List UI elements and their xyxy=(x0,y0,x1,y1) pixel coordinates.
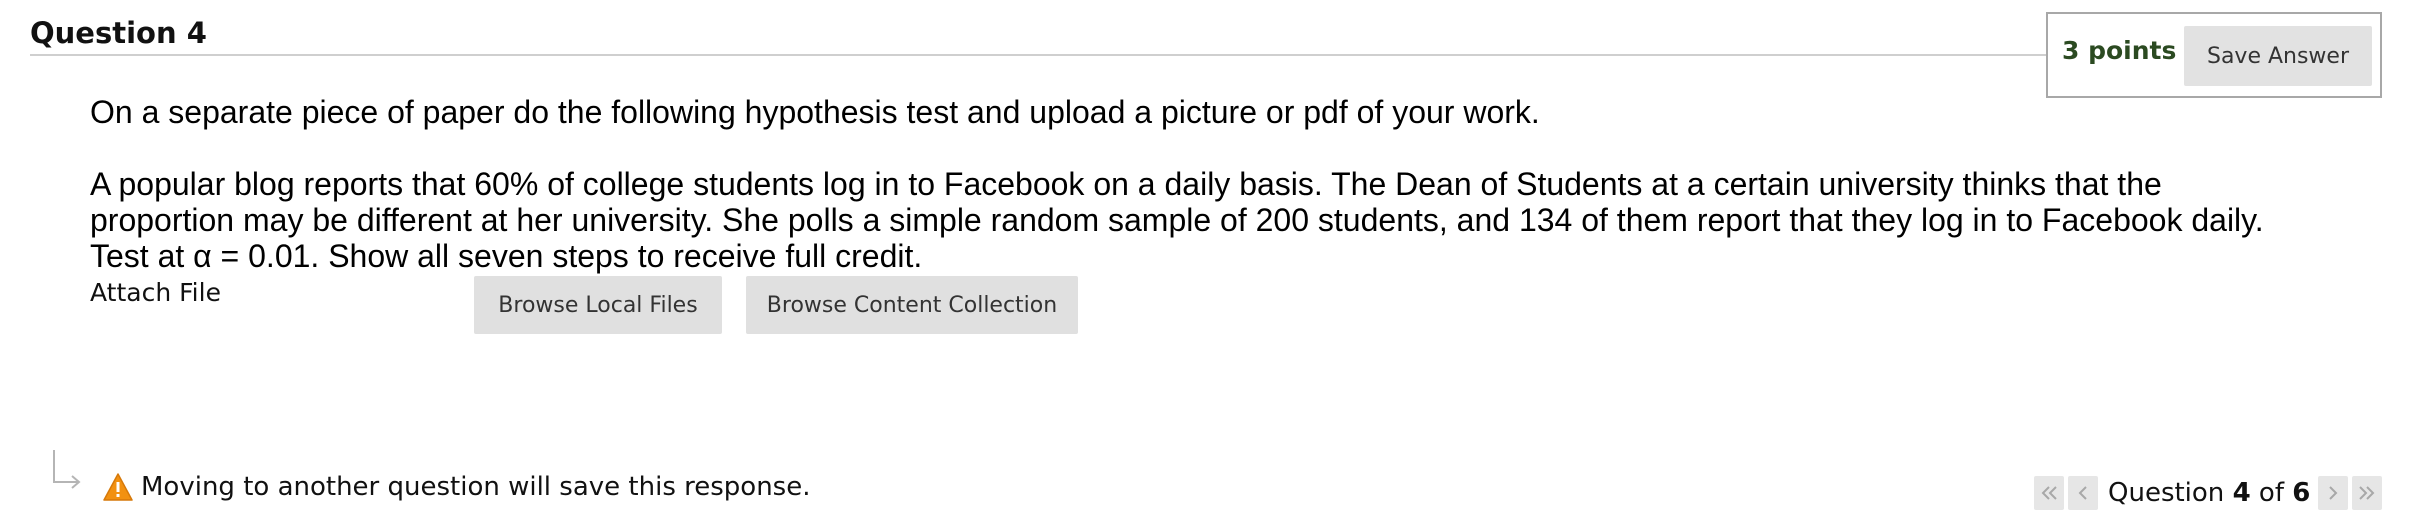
nav-separator: of xyxy=(2258,478,2284,508)
save-warning-text: Moving to another question will save thi… xyxy=(141,472,811,502)
warning-icon xyxy=(103,473,133,501)
browse-local-files-button[interactable]: Browse Local Files xyxy=(474,276,722,334)
return-arrow-icon xyxy=(53,450,81,489)
last-page-icon xyxy=(2359,486,2375,500)
title-divider xyxy=(30,54,2050,56)
points-label: 3 points xyxy=(2062,36,2177,65)
current-question-number: 4 xyxy=(2232,478,2251,508)
question-text: On a separate piece of paper do the foll… xyxy=(90,94,2330,274)
first-question-button[interactable] xyxy=(2034,476,2064,510)
next-question-button[interactable] xyxy=(2318,476,2349,510)
first-page-icon xyxy=(2041,486,2057,500)
prompt-line: proportion may be different at her unive… xyxy=(90,202,2264,238)
question-navigation: Question 4 of 6 xyxy=(2034,474,2386,512)
points-panel: 3 points Save Answer xyxy=(2046,12,2382,98)
nav-prefix: Question xyxy=(2108,478,2225,508)
total-question-count: 6 xyxy=(2292,478,2311,508)
browse-content-collection-button[interactable]: Browse Content Collection xyxy=(746,276,1078,334)
previous-icon xyxy=(2078,486,2087,500)
last-question-button[interactable] xyxy=(2352,476,2383,510)
prompt-line: A popular blog reports that 60% of colle… xyxy=(90,166,2162,202)
instruction-text: On a separate piece of paper do the foll… xyxy=(90,94,1540,130)
question-position: Question 4 of 6 xyxy=(2108,478,2310,508)
question-title: Question 4 xyxy=(30,16,207,50)
attach-file-label: Attach File xyxy=(90,278,221,307)
previous-question-button[interactable] xyxy=(2068,476,2098,510)
save-answer-button[interactable]: Save Answer xyxy=(2184,26,2372,86)
next-icon xyxy=(2329,486,2338,500)
prompt-line: Test at α = 0.01. Show all seven steps t… xyxy=(90,238,923,274)
